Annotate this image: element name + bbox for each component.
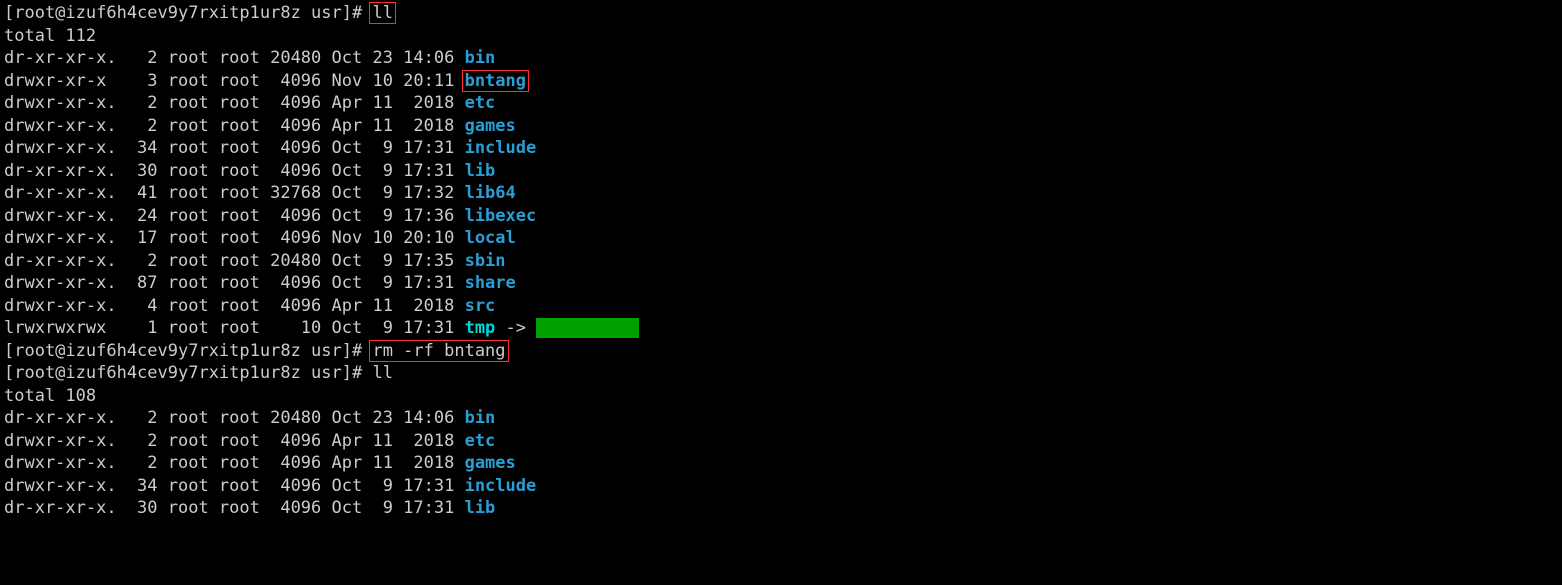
dir-name: src: [465, 296, 496, 316]
dir-name: libexec: [465, 206, 537, 226]
terminal-line: dr-xr-xr-x. 30 root root 4096 Oct 9 17:3…: [4, 160, 1558, 183]
dir-name: bntang: [465, 71, 526, 91]
terminal-line: drwxr-xr-x. 4 root root 4096 Apr 11 2018…: [4, 295, 1558, 318]
dir-name: etc: [465, 93, 496, 113]
terminal-line: [root@izuf6h4cev9y7rxitp1ur8z usr]# ll: [4, 362, 1558, 385]
terminal-line: total 112: [4, 25, 1558, 48]
terminal-line: drwxr-xr-x 3 root root 4096 Nov 10 20:11…: [4, 70, 1558, 93]
command-rm: rm -rf bntang: [369, 340, 508, 362]
dir-name: games: [465, 453, 516, 473]
dir-name: bin: [465, 408, 496, 428]
terminal-line: drwxr-xr-x. 34 root root 4096 Oct 9 17:3…: [4, 137, 1558, 160]
dir-name: tmp: [465, 318, 496, 338]
terminal-line: [root@izuf6h4cev9y7rxitp1ur8z usr]# rm -…: [4, 340, 1558, 363]
dir-name: lib: [465, 498, 496, 518]
terminal-line: drwxr-xr-x. 17 root root 4096 Nov 10 20:…: [4, 227, 1558, 250]
terminal-line: lrwxrwxrwx 1 root root 10 Oct 9 17:31 tm…: [4, 317, 1558, 340]
terminal-line: drwxr-xr-x. 24 root root 4096 Oct 9 17:3…: [4, 205, 1558, 228]
terminal-line: [root@izuf6h4cev9y7rxitp1ur8z usr]# ll: [4, 2, 1558, 25]
terminal-line: dr-xr-xr-x. 2 root root 20480 Oct 9 17:3…: [4, 250, 1558, 273]
terminal-output[interactable]: [root@izuf6h4cev9y7rxitp1ur8z usr]# llto…: [0, 0, 1562, 522]
dir-name: lib64: [465, 183, 516, 203]
dir-name: bin: [465, 48, 496, 68]
terminal-line: drwxr-xr-x. 2 root root 4096 Apr 11 2018…: [4, 430, 1558, 453]
symlink-target: ../var/tmp: [536, 318, 638, 338]
terminal-line: dr-xr-xr-x. 2 root root 20480 Oct 23 14:…: [4, 47, 1558, 70]
terminal-line: drwxr-xr-x. 2 root root 4096 Apr 11 2018…: [4, 115, 1558, 138]
dir-name: games: [465, 116, 516, 136]
terminal-line: dr-xr-xr-x. 30 root root 4096 Oct 9 17:3…: [4, 497, 1558, 520]
dir-name: local: [465, 228, 516, 248]
dir-name: include: [465, 476, 537, 496]
terminal-line: drwxr-xr-x. 34 root root 4096 Oct 9 17:3…: [4, 475, 1558, 498]
dir-name: etc: [465, 431, 496, 451]
dir-name: include: [465, 138, 537, 158]
terminal-line: drwxr-xr-x. 2 root root 4096 Apr 11 2018…: [4, 92, 1558, 115]
dir-name: lib: [465, 161, 496, 181]
dir-name: share: [465, 273, 516, 293]
terminal-line: drwxr-xr-x. 2 root root 4096 Apr 11 2018…: [4, 452, 1558, 475]
terminal-line: dr-xr-xr-x. 2 root root 20480 Oct 23 14:…: [4, 407, 1558, 430]
terminal-line: total 108: [4, 385, 1558, 408]
command-ll: ll: [369, 2, 395, 24]
terminal-line: drwxr-xr-x. 87 root root 4096 Oct 9 17:3…: [4, 272, 1558, 295]
terminal-line: dr-xr-xr-x. 41 root root 32768 Oct 9 17:…: [4, 182, 1558, 205]
dir-name: sbin: [465, 251, 506, 271]
